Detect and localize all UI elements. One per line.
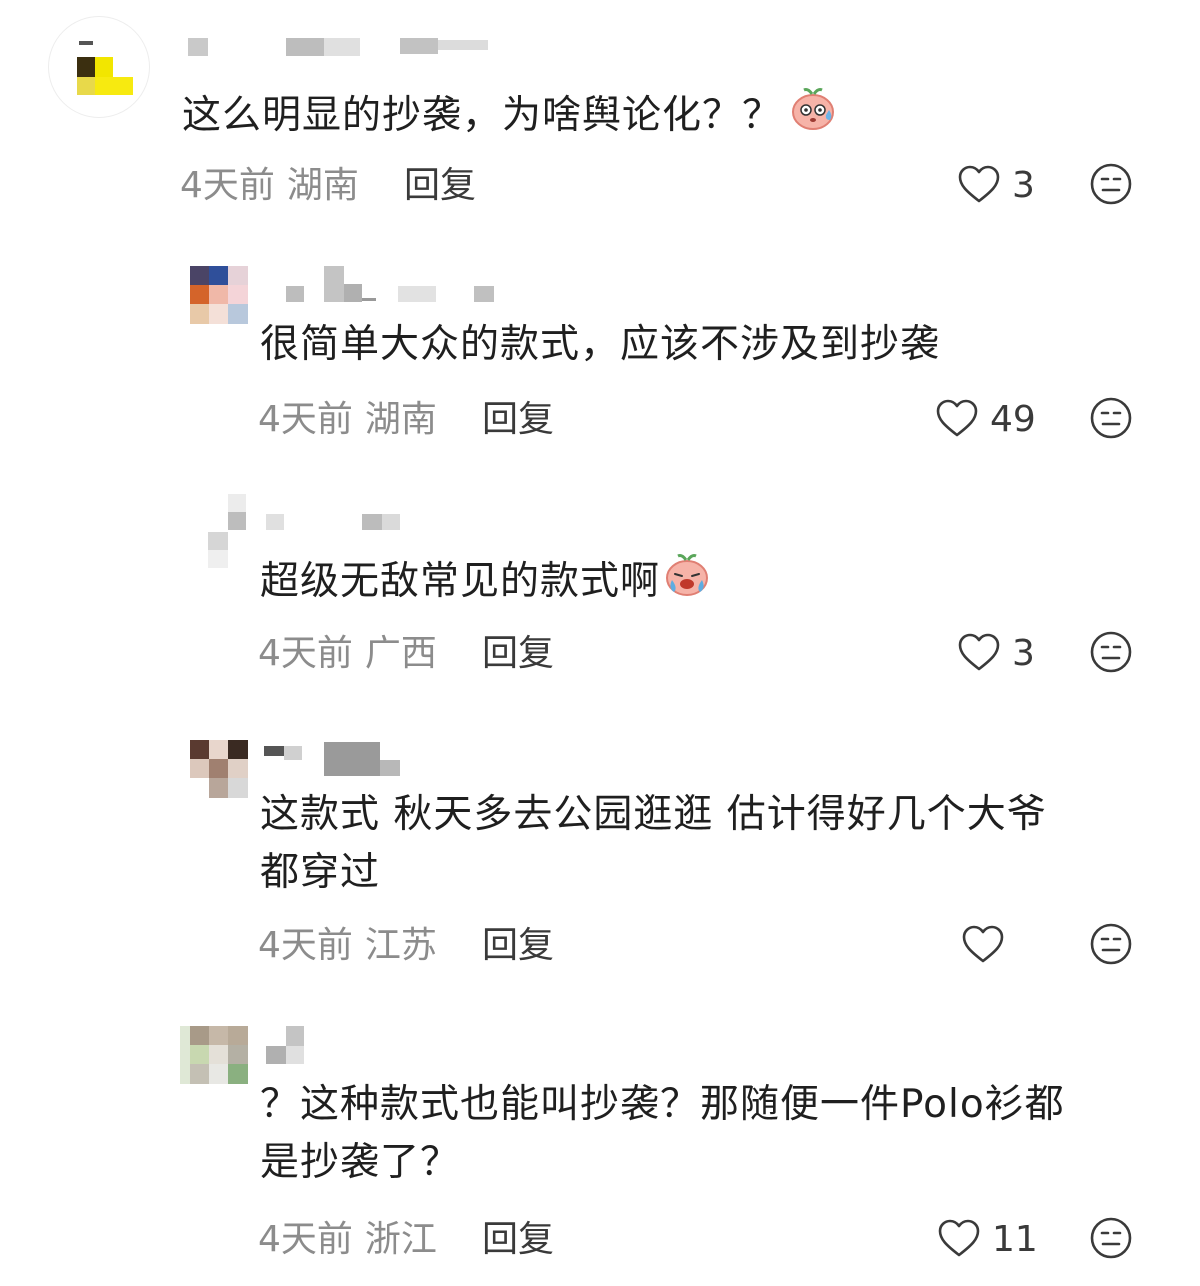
reply-button[interactable]: 回复 xyxy=(482,398,554,442)
reply-button[interactable]: 回复 xyxy=(482,1218,554,1262)
heart-outline-icon xyxy=(958,633,1000,671)
username-obscured[interactable] xyxy=(266,514,426,544)
username-obscured[interactable] xyxy=(266,1026,326,1074)
neutral-face-icon[interactable] xyxy=(1089,922,1133,966)
comment-meta: 4天前 浙江 xyxy=(258,1218,437,1262)
like-button[interactable] xyxy=(960,922,1010,970)
comment-meta: 4天前 湖南 xyxy=(180,164,359,208)
neutral-face-icon[interactable] xyxy=(1089,1216,1133,1260)
reply-button[interactable]: 回复 xyxy=(404,164,476,208)
comment-text: ？这种款式也能叫抄袭？那随便一件Polo衫都 是抄袭了？ xyxy=(260,1082,1065,1185)
reply-item: ？这种款式也能叫抄袭？那随便一件Polo衫都 是抄袭了？ 4天前 浙江 回复 11 xyxy=(0,1010,1200,1286)
username-obscured[interactable] xyxy=(188,38,508,68)
like-count: 49 xyxy=(990,399,1036,440)
comment-text: 这款式 秋天多去公园逛逛 估计得好几个大爷 都穿过 xyxy=(260,792,1047,895)
reply-button[interactable]: 回复 xyxy=(482,924,554,968)
reply-item: 超级无敌常见的款式啊 4天前 广西 回复 3 xyxy=(0,476,1200,706)
neutral-face-icon[interactable] xyxy=(1089,162,1133,206)
comment-time: 4天前 xyxy=(258,399,353,440)
comment-text: 很简单大众的款式，应该不涉及到抄袭 xyxy=(260,322,941,367)
comment-meta: 4天前 广西 xyxy=(258,632,437,676)
heart-outline-icon xyxy=(938,1219,980,1257)
avatar[interactable] xyxy=(190,740,248,798)
reply-button[interactable]: 回复 xyxy=(482,632,554,676)
comment-text: 这么明显的抄袭，为啥舆论化？？ xyxy=(182,84,1162,145)
like-button[interactable]: 11 xyxy=(936,1216,1046,1264)
comment-meta: 4天前 江苏 xyxy=(258,924,437,968)
like-button[interactable]: 3 xyxy=(956,630,1046,678)
comment-time: 4天前 xyxy=(258,1219,353,1260)
sweat-peach-emoji xyxy=(792,88,835,130)
avatar[interactable] xyxy=(180,1026,248,1084)
heart-outline-icon xyxy=(936,399,978,437)
comment-time: 4天前 xyxy=(180,165,275,206)
heart-outline-icon xyxy=(962,925,1004,963)
username-obscured[interactable] xyxy=(264,742,424,778)
comment-item: 这么明显的抄袭，为啥舆论化？？ 4天前 湖南 回复 3 xyxy=(0,0,1200,230)
avatar[interactable] xyxy=(208,494,248,570)
avatar[interactable] xyxy=(190,266,248,324)
like-button[interactable]: 49 xyxy=(934,396,1044,444)
reply-item: 这款式 秋天多去公园逛逛 估计得好几个大爷 都穿过 4天前 江苏 回复 xyxy=(0,712,1200,1002)
like-count: 3 xyxy=(1012,633,1035,674)
username-obscured[interactable] xyxy=(286,266,516,306)
comment-location: 湖南 xyxy=(286,165,359,206)
comment-location: 广西 xyxy=(364,633,437,674)
reply-item: 很简单大众的款式，应该不涉及到抄袭 4天前 湖南 回复 49 xyxy=(0,240,1200,470)
comment-text: 超级无敌常见的款式啊 xyxy=(260,550,1160,611)
neutral-face-icon[interactable] xyxy=(1089,630,1133,674)
heart-outline-icon xyxy=(958,165,1000,203)
crying-peach-emoji xyxy=(666,554,709,596)
like-count: 11 xyxy=(992,1219,1038,1260)
like-button[interactable]: 3 xyxy=(956,162,1046,210)
comment-location: 浙江 xyxy=(364,1219,437,1260)
comment-time: 4天前 xyxy=(258,925,353,966)
comment-location: 江苏 xyxy=(364,925,437,966)
comment-meta: 4天前 湖南 xyxy=(258,398,437,442)
like-count: 3 xyxy=(1012,165,1035,206)
comment-location: 湖南 xyxy=(364,399,437,440)
neutral-face-icon[interactable] xyxy=(1089,396,1133,440)
comment-time: 4天前 xyxy=(258,633,353,674)
avatar[interactable] xyxy=(48,16,150,118)
